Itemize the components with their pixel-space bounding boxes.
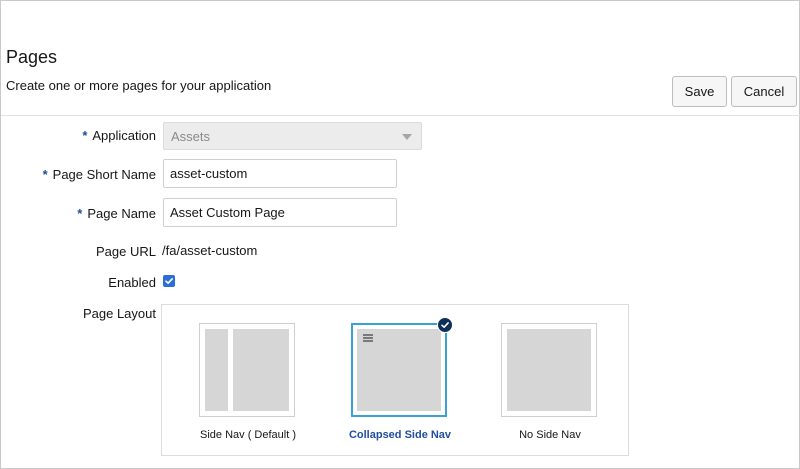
page-url-value: /fa/asset-custom [162, 243, 258, 258]
checkmark-icon [165, 278, 173, 284]
layout-option-label: Side Nav ( Default ) [200, 429, 296, 441]
application-label: * Application [82, 128, 156, 143]
page-layout-picker: Side Nav ( Default ) Collapsed Side Nav … [161, 304, 629, 456]
layout-option-no-side-nav[interactable]: No Side Nav [501, 323, 599, 448]
application-value: Assets [171, 129, 211, 144]
page-url-label: Page URL [96, 244, 156, 259]
page-short-name-input[interactable]: asset-custom [163, 159, 397, 188]
hamburger-icon [363, 334, 373, 342]
side-nav-layout-icon [199, 323, 295, 417]
required-marker: * [42, 167, 48, 182]
chevron-down-icon [402, 134, 412, 140]
required-marker: * [82, 128, 88, 143]
layout-option-label: No Side Nav [519, 429, 581, 441]
page-name-label: * Page Name [77, 206, 156, 221]
layout-option-label: Collapsed Side Nav [348, 429, 452, 441]
page-subtitle: Create one or more pages for your applic… [6, 78, 272, 93]
page-short-name-label: * Page Short Name [42, 167, 156, 182]
application-select[interactable]: Assets [163, 122, 422, 150]
header-divider [1, 115, 800, 116]
layout-option-collapsed-side-nav[interactable]: Collapsed Side Nav [349, 317, 453, 448]
check-circle-icon [437, 317, 453, 333]
page-frame: Pages Create one or more pages for your … [0, 0, 800, 469]
layout-option-side-nav[interactable]: Side Nav ( Default ) [199, 323, 297, 448]
page-name-input[interactable]: Asset Custom Page [163, 198, 397, 227]
required-marker: * [77, 206, 83, 221]
cancel-button[interactable]: Cancel [731, 76, 797, 107]
no-side-nav-layout-icon [501, 323, 597, 417]
page-layout-label: Page Layout [82, 306, 156, 321]
save-button[interactable]: Save [672, 76, 727, 107]
page-title: Pages [6, 47, 58, 67]
enabled-checkbox[interactable] [163, 275, 175, 287]
collapsed-side-nav-layout-icon [351, 317, 453, 417]
enabled-label: Enabled [108, 275, 156, 290]
